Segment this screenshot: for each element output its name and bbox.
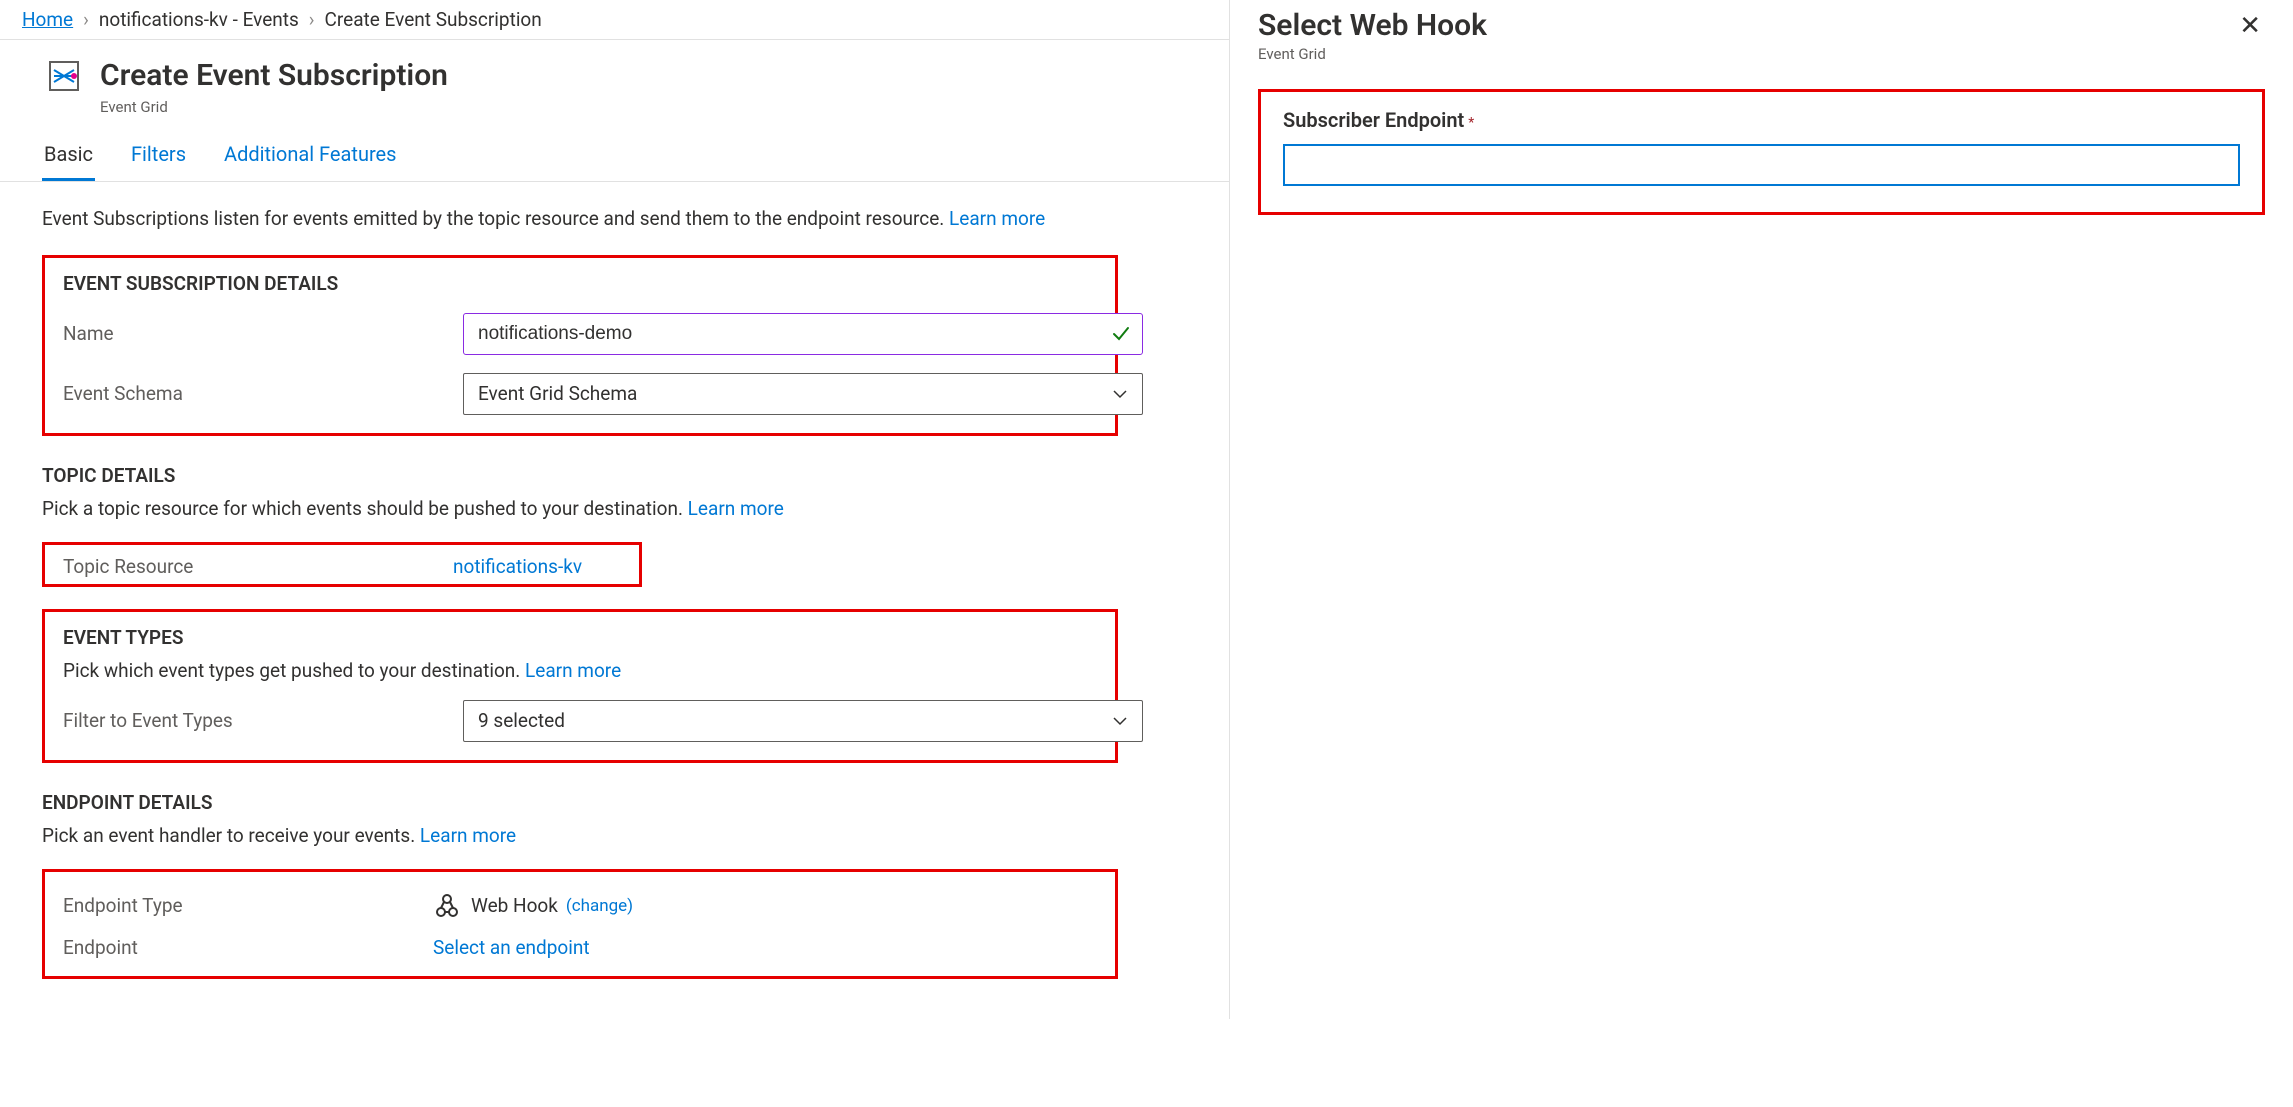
topic-desc-text: Pick a topic resource for which events s… xyxy=(42,497,688,520)
event-schema-select[interactable]: Event Grid Schema xyxy=(463,373,1143,415)
right-pane-title: Select Web Hook xyxy=(1258,8,1487,43)
event-types-desc-text: Pick which event types get pushed to you… xyxy=(63,659,525,682)
breadcrumb-home[interactable]: Home xyxy=(22,8,73,31)
breadcrumb-current: Create Event Subscription xyxy=(325,8,542,31)
event-types-section: EVENT TYPES Pick which event types get p… xyxy=(42,609,1118,763)
learn-more-link[interactable]: Learn more xyxy=(688,497,784,520)
required-indicator: * xyxy=(1468,115,1474,131)
name-input[interactable] xyxy=(463,313,1143,355)
endpoint-type-value: Web Hook xyxy=(471,894,558,917)
endpoint-config-section: Endpoint Type Web Hook (change) Endpoint xyxy=(42,869,1118,979)
endpoint-label: Endpoint xyxy=(63,936,433,959)
event-schema-value: Event Grid Schema xyxy=(478,382,637,405)
select-endpoint-link[interactable]: Select an endpoint xyxy=(433,936,590,959)
page-subtitle: Event Grid xyxy=(0,98,1229,126)
topic-resource-label: Topic Resource xyxy=(63,555,453,578)
chevron-right-icon: › xyxy=(83,8,89,31)
section-title-event-types: EVENT TYPES xyxy=(63,626,1097,649)
event-types-desc: Pick which event types get pushed to you… xyxy=(63,659,1097,682)
lead-text: Event Subscriptions listen for events em… xyxy=(42,206,1118,233)
section-title-subscription: EVENT SUBSCRIPTION DETAILS xyxy=(63,272,1097,295)
checkmark-icon xyxy=(1111,324,1131,344)
filter-event-types-select[interactable]: 9 selected xyxy=(463,700,1143,742)
lead-text-span: Event Subscriptions listen for events em… xyxy=(42,207,949,230)
section-title-endpoint: ENDPOINT DETAILS xyxy=(42,791,1118,814)
chevron-down-icon xyxy=(1112,386,1128,402)
section-title-topic: TOPIC DETAILS xyxy=(42,464,1118,487)
filter-event-types-value: 9 selected xyxy=(478,709,565,732)
endpoint-desc: Pick an event handler to receive your ev… xyxy=(42,824,1118,847)
learn-more-link[interactable]: Learn more xyxy=(949,207,1045,230)
subscriber-endpoint-section: Subscriber Endpoint* xyxy=(1258,89,2265,215)
chevron-right-icon: › xyxy=(309,8,315,31)
learn-more-link[interactable]: Learn more xyxy=(420,824,516,847)
chevron-down-icon xyxy=(1112,713,1128,729)
tabs: Basic Filters Additional Features xyxy=(0,126,1229,182)
right-pane-subtitle: Event Grid xyxy=(1258,45,1487,63)
event-grid-icon xyxy=(42,54,86,98)
breadcrumb-events[interactable]: notifications-kv - Events xyxy=(99,8,299,31)
event-schema-label: Event Schema xyxy=(63,382,463,405)
tab-basic[interactable]: Basic xyxy=(42,136,95,181)
name-label: Name xyxy=(63,322,463,345)
subscriber-endpoint-label: Subscriber Endpoint xyxy=(1283,108,1464,132)
endpoint-desc-text: Pick an event handler to receive your ev… xyxy=(42,824,420,847)
learn-more-link[interactable]: Learn more xyxy=(525,659,621,682)
event-subscription-details-section: EVENT SUBSCRIPTION DETAILS Name Event Sc… xyxy=(42,255,1118,436)
close-button[interactable]: ✕ xyxy=(2235,8,2265,42)
topic-resource-link[interactable]: notifications-kv xyxy=(453,555,582,578)
page-title: Create Event Subscription xyxy=(100,58,448,94)
filter-event-types-label: Filter to Event Types xyxy=(63,709,463,732)
subscriber-endpoint-input[interactable] xyxy=(1283,144,2240,186)
webhook-icon xyxy=(433,892,461,920)
topic-resource-section: Topic Resource notifications-kv xyxy=(42,542,642,587)
endpoint-type-label: Endpoint Type xyxy=(63,894,433,917)
breadcrumb: Home › notifications-kv - Events › Creat… xyxy=(0,0,1229,40)
close-icon: ✕ xyxy=(2239,10,2261,40)
tab-additional-features[interactable]: Additional Features xyxy=(222,136,398,181)
change-endpoint-type-link[interactable]: (change) xyxy=(566,896,633,916)
topic-desc: Pick a topic resource for which events s… xyxy=(42,497,1118,520)
tab-filters[interactable]: Filters xyxy=(129,136,188,181)
